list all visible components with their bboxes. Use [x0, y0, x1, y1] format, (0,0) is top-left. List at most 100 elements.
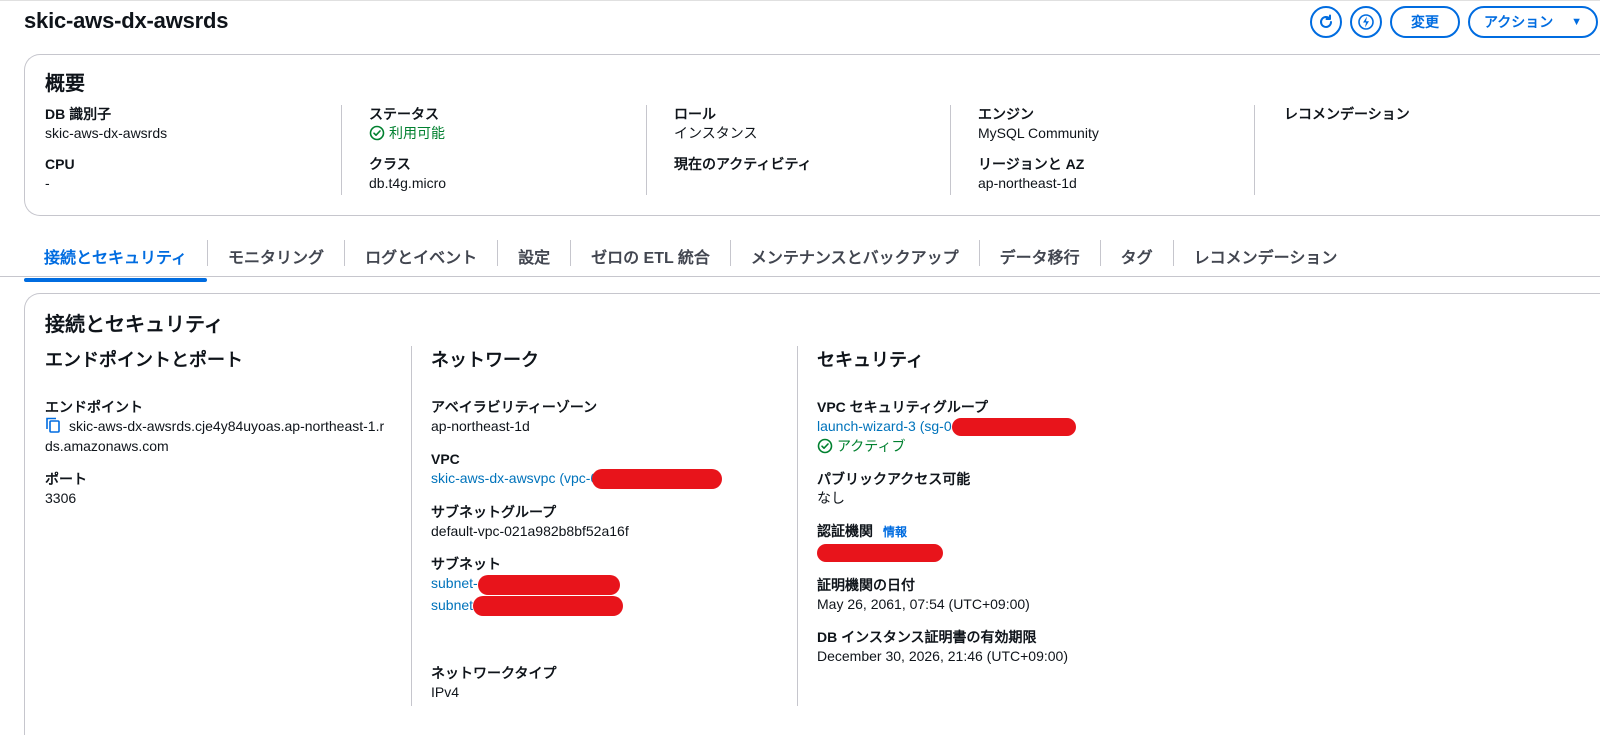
vpc-row: skic-aws-dx-awsvpc (vpc-0 — [431, 468, 791, 490]
vpc-security-group-label: VPC セキュリティグループ — [817, 399, 988, 415]
status-value: 利用可能 — [369, 123, 446, 143]
class-value: db.t4g.micro — [369, 175, 447, 191]
header-actions: 変更 アクション ▼ — [1310, 6, 1598, 38]
network-title: ネットワーク — [431, 350, 539, 370]
subnet-link-1[interactable]: subnet- — [431, 575, 478, 591]
network-type-value: IPv4 — [431, 683, 460, 700]
certificate-authority-label: 認証機関 — [817, 523, 873, 540]
overview-col-2: ステータス 利用可能 クラス db.t4g.micro — [369, 105, 446, 197]
role-value: インスタンス — [674, 125, 758, 141]
copy-icon[interactable] — [45, 417, 61, 433]
ca-date-value: May 26, 2061, 07:54 (UTC+09:00) — [817, 595, 1030, 612]
db-id-label: DB 識別子 — [45, 106, 112, 122]
redaction-mark — [473, 595, 624, 616]
ca-date-label: 証明機関の日付 — [817, 576, 915, 593]
role-label: ロール — [674, 106, 716, 122]
public-access-label: パブリックアクセス可能 — [817, 471, 971, 488]
subnet-row-1: subnet- — [431, 573, 791, 595]
public-access-value: なし — [817, 490, 845, 507]
tab-connectivity-security[interactable]: 接続とセキュリティ — [24, 236, 208, 282]
security-group-link[interactable]: launch-wizard-3 (sg-0 — [817, 418, 952, 434]
class-label: クラス — [369, 156, 411, 172]
modify-button[interactable]: 変更 — [1390, 6, 1460, 38]
redaction-mark — [477, 574, 620, 595]
cert-expiry-label: DB インスタンス証明書の有効期限 — [817, 628, 1037, 645]
overview-title: 概要 — [45, 73, 85, 95]
security-group-status: アクティブ — [817, 436, 1217, 456]
tab-monitoring[interactable]: モニタリング — [208, 236, 344, 280]
divider — [411, 346, 412, 706]
cpu-value: - — [45, 175, 50, 191]
engine-value: MySQL Community — [978, 125, 1099, 141]
detail-tabs: 接続とセキュリティ モニタリング ログとイベント 設定 ゼロの ETL 統合 メ… — [24, 236, 1358, 282]
overview-col-3: ロール インスタンス 現在のアクティビティ — [674, 105, 812, 197]
check-circle-icon — [369, 125, 385, 141]
endpoint-port-section: エンドポイントとポート エンドポイント skic-aws-dx-awsrds.c… — [45, 346, 395, 522]
connectivity-security-panel: 接続とセキュリティ エンドポイントとポート エンドポイント skic-aws-d… — [24, 293, 1600, 735]
tab-maintenance-backup[interactable]: メンテナンスとバックアップ — [731, 236, 979, 280]
lightning-button[interactable] — [1350, 6, 1382, 38]
subnet-row-2: subnet — [431, 595, 791, 616]
divider — [950, 105, 951, 195]
top-border — [0, 0, 1600, 1]
db-id-value: skic-aws-dx-awsrds — [45, 125, 168, 141]
check-circle-icon — [817, 438, 833, 454]
tab-recommendations[interactable]: レコメンデーション — [1174, 236, 1358, 280]
endpoint-label: エンドポイント — [45, 399, 143, 415]
certificate-authority-value — [817, 541, 1217, 562]
tab-data-migration[interactable]: データ移行 — [980, 236, 1100, 280]
network-type-label: ネットワークタイプ — [431, 664, 557, 681]
tab-zero-etl[interactable]: ゼロの ETL 統合 — [571, 236, 730, 280]
tab-configuration[interactable]: 設定 — [498, 236, 570, 280]
connectivity-title: 接続とセキュリティ — [45, 314, 224, 336]
activity-label: 現在のアクティビティ — [674, 156, 812, 172]
actions-dropdown-button[interactable]: アクション ▼ — [1468, 6, 1598, 38]
endpoint-value: skic-aws-dx-awsrds.cje4y84uyoas.ap-north… — [45, 416, 395, 456]
divider — [1254, 105, 1255, 195]
overview-col-5: レコメンデーション — [1284, 105, 1410, 197]
az-value: ap-northeast-1d — [431, 418, 530, 434]
subnet-group-value: default-vpc-021a982b8bf52a16f — [431, 523, 629, 540]
security-group-status-text: アクティブ — [837, 438, 906, 455]
divider — [797, 346, 798, 706]
redaction-mark — [592, 469, 723, 490]
security-title: セキュリティ — [817, 350, 924, 370]
security-section: セキュリティ VPC セキュリティグループ launch-wizard-3 (s… — [817, 346, 1217, 680]
port-label: ポート — [45, 471, 87, 487]
refresh-icon — [1320, 14, 1332, 28]
az-label: アベイラビリティーゾーン — [431, 399, 598, 415]
region-label: リージョンと AZ — [978, 156, 1085, 172]
endpoint-port-title: エンドポイントとポート — [45, 350, 243, 370]
subnet-link-2[interactable]: subnet — [431, 597, 473, 613]
redaction-mark — [951, 418, 1076, 437]
status-text: 利用可能 — [389, 125, 445, 141]
tab-logs-events[interactable]: ログとイベント — [345, 236, 497, 280]
vpc-label: VPC — [431, 451, 460, 467]
actions-label: アクション — [1484, 14, 1554, 30]
recommendation-label: レコメンデーション — [1284, 106, 1410, 122]
security-group-row: launch-wizard-3 (sg-0 — [817, 416, 1217, 437]
overview-panel: 概要 DB 識別子 skic-aws-dx-awsrds CPU - ステータス… — [24, 54, 1600, 216]
subnet-group-label: サブネットグループ — [431, 504, 557, 521]
cpu-label: CPU — [45, 156, 75, 172]
refresh-button[interactable] — [1310, 6, 1342, 38]
endpoint-line-2: ds.amazonaws.com — [45, 438, 169, 454]
engine-label: エンジン — [978, 106, 1034, 122]
page-title: skic-aws-dx-awsrds — [24, 8, 229, 33]
network-section: ネットワーク アベイラビリティーゾーン ap-northeast-1d VPC … — [431, 346, 791, 716]
endpoint-line-1: skic-aws-dx-awsrds.cje4y84uyoas.ap-north… — [69, 418, 385, 434]
certificate-authority-label-row: 認証機関 情報 — [817, 522, 1217, 541]
lightning-icon — [1358, 14, 1374, 30]
subnet-label: サブネット — [431, 556, 501, 573]
divider — [341, 105, 342, 195]
vpc-link[interactable]: skic-aws-dx-awsvpc (vpc-0 — [431, 470, 598, 486]
port-value: 3306 — [45, 490, 77, 506]
region-value: ap-northeast-1d — [978, 175, 1077, 191]
status-label: ステータス — [369, 106, 439, 122]
overview-col-1: DB 識別子 skic-aws-dx-awsrds CPU - — [45, 105, 167, 197]
info-link[interactable]: 情報 — [883, 525, 907, 539]
divider — [646, 105, 647, 195]
caret-down-icon: ▼ — [1571, 16, 1582, 28]
tab-tags[interactable]: タグ — [1101, 236, 1173, 280]
cert-expiry-value: December 30, 2026, 21:46 (UTC+09:00) — [817, 647, 1068, 664]
